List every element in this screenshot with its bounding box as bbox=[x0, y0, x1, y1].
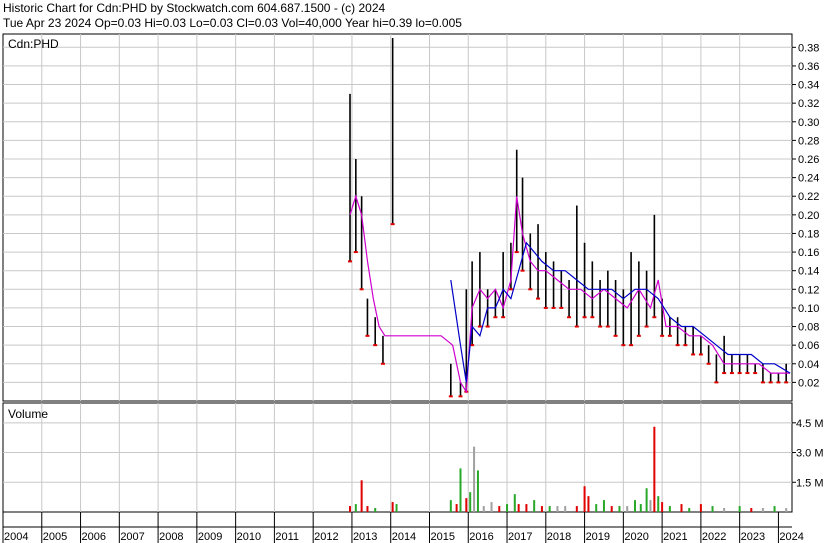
year-tick-label: 2017 bbox=[508, 531, 532, 543]
year-tick-label: 2012 bbox=[314, 531, 338, 543]
price-tick-label: 0.02 bbox=[798, 377, 819, 389]
year-tick-label: 2009 bbox=[198, 531, 222, 543]
price-tick-label: 0.14 bbox=[798, 266, 819, 278]
price-panel: 0.38 0.36 0.34 0.32 0.30 0.28 0.26 0.24 0.22 0.20… bbox=[2, 33, 819, 402]
price-frame bbox=[2, 33, 793, 402]
stock-chart: 0.38 0.36 0.34 0.32 0.30 0.28 0.26 0.24 0.22 0.20… bbox=[2, 33, 824, 543]
year-axis: 2004 2005 2006 2007 2008 2009 2010 2011 2012 2013… bbox=[2, 512, 804, 543]
year-tick-label: 2020 bbox=[624, 531, 648, 543]
year-tick-label: 2013 bbox=[353, 531, 377, 543]
year-tick-label: 2023 bbox=[741, 531, 765, 543]
volume-tick-label: 1.5 M bbox=[796, 477, 824, 489]
price-tick-label: 0.12 bbox=[798, 284, 819, 296]
year-tick-label: 2006 bbox=[82, 531, 106, 543]
price-tick-label: 0.04 bbox=[798, 359, 819, 371]
year-tick-label: 2019 bbox=[586, 531, 610, 543]
price-tick-label: 0.06 bbox=[798, 340, 819, 352]
year-tick-label: 2008 bbox=[159, 531, 183, 543]
price-tick-label: 0.22 bbox=[798, 191, 819, 203]
year-tick-label: 2022 bbox=[702, 531, 726, 543]
year-tick-label: 2004 bbox=[4, 531, 28, 543]
volume-panel-label: Volume bbox=[8, 407, 48, 421]
price-tick-label: 0.36 bbox=[798, 61, 819, 73]
price-tick-label: 0.16 bbox=[798, 247, 819, 259]
year-tick-label: 2018 bbox=[547, 531, 571, 543]
price-tick-label: 0.18 bbox=[798, 228, 819, 240]
volume-frame bbox=[2, 402, 793, 513]
year-tick-label: 2024 bbox=[779, 531, 803, 543]
price-tick-label: 0.26 bbox=[798, 154, 819, 166]
price-tick-label: 0.10 bbox=[798, 303, 819, 315]
price-tick-label: 0.32 bbox=[798, 98, 819, 110]
price-tick-label: 0.34 bbox=[798, 80, 819, 92]
year-tick-label: 2010 bbox=[237, 531, 261, 543]
year-tick-label: 2011 bbox=[275, 531, 299, 543]
year-tick-label: 2015 bbox=[430, 531, 454, 543]
volume-panel: 4.5 M 3.0 M 1.5 M Volume bbox=[2, 402, 824, 513]
year-tick-label: 2016 bbox=[469, 531, 493, 543]
year-tick-label: 2007 bbox=[120, 531, 144, 543]
year-tick-label: 2021 bbox=[663, 531, 687, 543]
price-tick-label: 0.38 bbox=[798, 42, 819, 54]
price-tick-label: 0.30 bbox=[798, 117, 819, 129]
price-tick-label: 0.08 bbox=[798, 322, 819, 334]
price-panel-label: Cdn:PHD bbox=[8, 37, 59, 51]
year-tick-label: 2014 bbox=[392, 531, 416, 543]
price-tick-label: 0.20 bbox=[798, 210, 819, 222]
volume-tick-label: 4.5 M bbox=[796, 418, 824, 430]
price-tick-label: 0.28 bbox=[798, 135, 819, 147]
price-tick-label: 0.24 bbox=[798, 173, 819, 185]
year-tick-label: 2005 bbox=[43, 531, 67, 543]
volume-tick-label: 3.0 M bbox=[796, 448, 824, 460]
